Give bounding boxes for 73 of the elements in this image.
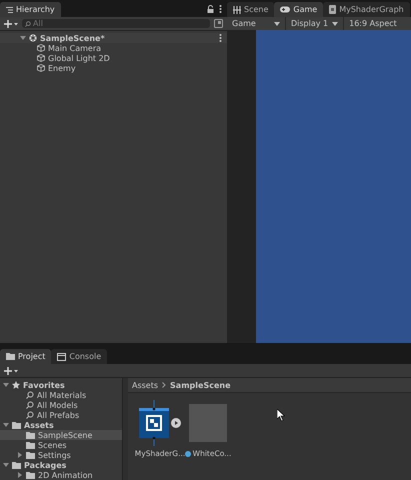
caret-icon xyxy=(332,22,338,26)
chevron-icon xyxy=(162,382,166,388)
sphere-icon xyxy=(184,450,191,456)
view-tab[interactable]: MyShaderGraph xyxy=(323,2,410,17)
folder-icon xyxy=(6,353,15,360)
unity-logo-icon xyxy=(29,34,37,42)
view-tab[interactable]: Game xyxy=(274,2,324,17)
hierarchy-tab[interactable]: Hierarchy xyxy=(0,2,61,17)
search-icon xyxy=(26,391,34,399)
view-tab[interactable]: Scene xyxy=(227,2,274,17)
gamepad-icon xyxy=(280,6,290,13)
grid-icon xyxy=(233,6,241,14)
tree-item[interactable]: 2D Animation xyxy=(0,470,122,480)
add-menu-icon[interactable] xyxy=(4,366,18,374)
tree-item[interactable]: All Materials xyxy=(0,390,122,400)
search-icon xyxy=(26,401,34,409)
expand-arrow-icon[interactable] xyxy=(3,382,9,388)
expand-arrow-icon[interactable] xyxy=(17,452,23,458)
tree-item[interactable]: All Models xyxy=(0,400,122,410)
tree-item[interactable]: Scenes xyxy=(0,440,122,450)
expand-arrow-icon[interactable] xyxy=(3,462,9,468)
panel-tab[interactable]: Console xyxy=(51,349,108,364)
tree-item[interactable]: Packages xyxy=(0,460,122,470)
hierarchy-item[interactable]: Main Camera xyxy=(0,43,227,53)
tree-label: All Materials xyxy=(37,390,86,400)
star-icon xyxy=(12,381,20,389)
play-icon[interactable] xyxy=(171,418,181,428)
search-icon xyxy=(26,411,34,419)
tree-label: All Prefabs xyxy=(37,410,80,420)
object-name: Main Camera xyxy=(48,44,102,52)
expand-arrow-icon[interactable] xyxy=(3,422,9,428)
expand-arrow-icon[interactable] xyxy=(20,35,26,41)
document-icon xyxy=(329,5,336,14)
console-icon xyxy=(57,352,66,360)
tree-item[interactable]: Favorites xyxy=(0,380,122,390)
more-options-icon[interactable] xyxy=(219,5,222,13)
expand-arrow-icon[interactable] xyxy=(17,472,23,478)
list-icon xyxy=(6,6,13,12)
filter-icon[interactable] xyxy=(214,19,223,28)
tree-item[interactable]: SampleScene xyxy=(0,430,122,440)
object-name: Enemy xyxy=(48,64,76,72)
cube-icon xyxy=(37,44,45,52)
cube-icon xyxy=(37,64,45,72)
tree-label: Settings xyxy=(38,450,71,460)
tree-item[interactable]: All Prefabs xyxy=(0,410,122,420)
tree-label: SampleScene xyxy=(38,430,92,440)
tree-item[interactable]: Assets xyxy=(0,420,122,430)
hierarchy-item[interactable]: Global Light 2D xyxy=(0,53,227,63)
panel-tab[interactable]: Project xyxy=(0,349,52,364)
material-thumbnail[interactable] xyxy=(189,404,227,442)
lock-icon[interactable] xyxy=(207,5,214,13)
object-name: Global Light 2D xyxy=(48,54,110,62)
scene-name: SampleScene* xyxy=(40,34,105,42)
tree-label: Assets xyxy=(24,420,54,430)
search-icon xyxy=(25,20,31,26)
tree-label: Scenes xyxy=(38,440,67,450)
shader-graph-icon xyxy=(139,400,169,446)
cube-icon xyxy=(37,54,45,62)
tree-label: Packages xyxy=(24,460,66,470)
tree-label: Favorites xyxy=(23,380,65,390)
hierarchy-item[interactable]: Enemy xyxy=(0,63,227,73)
cursor-icon xyxy=(277,409,285,421)
breadcrumb-link[interactable]: SampleScene xyxy=(170,380,230,390)
aspect-dropdown[interactable]: 16:9 Aspect xyxy=(344,17,402,30)
caret-icon xyxy=(274,22,280,26)
breadcrumb-link[interactable]: Assets xyxy=(132,380,158,390)
tree-item[interactable]: Settings xyxy=(0,450,122,460)
more-options-icon[interactable] xyxy=(219,34,222,42)
tree-label: 2D Animation xyxy=(38,470,93,480)
tab-label: Hierarchy xyxy=(16,5,55,14)
add-menu-icon[interactable] xyxy=(4,20,18,28)
scene-row[interactable]: SampleScene* xyxy=(0,33,227,43)
tree-label: All Models xyxy=(37,400,78,410)
